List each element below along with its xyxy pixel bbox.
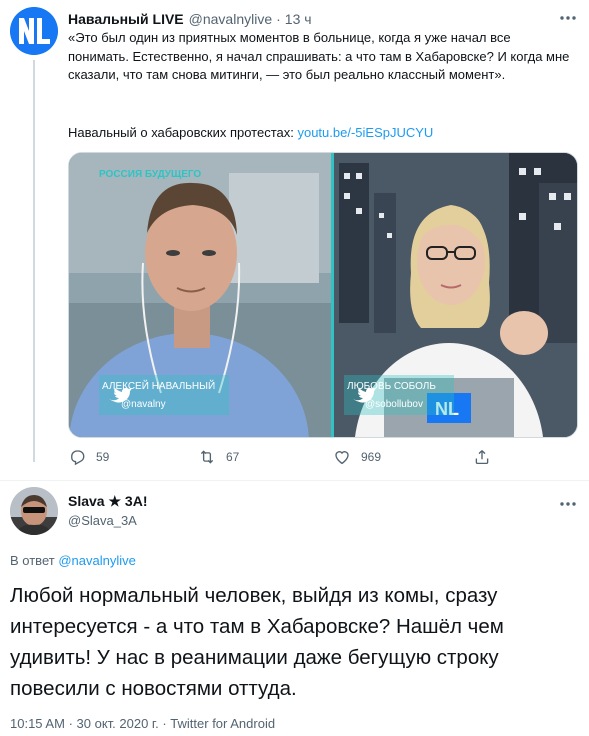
tweet1-header: Навальный LIVE @navalnylive · 13 ч [68, 9, 578, 29]
caption-right-handle: @sobollubov [365, 399, 423, 410]
author-name[interactable]: Навальный LIVE [68, 11, 184, 27]
tweet1-actions: 59 67 969 [68, 448, 498, 472]
reply-count: 59 [96, 450, 110, 464]
meta-source[interactable]: Twitter for Android [170, 716, 275, 731]
reply-prefix: В ответ [10, 553, 59, 568]
reply-author-name[interactable]: Slava ★ 3A! [68, 493, 147, 510]
like-icon [335, 451, 349, 465]
meta-time[interactable]: 10:15 AM [10, 716, 65, 731]
avatar-photo [10, 487, 58, 535]
link-prefix: Навальный о хабаровских протестах: [68, 125, 298, 140]
tweet-time[interactable]: 13 ч [285, 11, 312, 27]
reply-button[interactable]: 59 [68, 448, 109, 466]
tweet1-media-image[interactable]: РОССИЯ БУДУЩЕГО АЛЕКСЕЙ НАВАЛЬНЫЙ @naval… [68, 152, 578, 438]
meta-sep: · [162, 716, 167, 731]
avatar-navalny-live[interactable] [10, 7, 58, 55]
caption-left-name: АЛЕКСЕЙ НАВАЛЬНЫЙ [102, 379, 215, 392]
retweet-icon [200, 450, 214, 464]
author-handle[interactable]: @navalnylive [189, 11, 272, 27]
overlay-title: РОССИЯ БУДУЩЕГО [99, 169, 201, 180]
reply-text: Любой нормальный человек, выйдя из комы,… [10, 584, 504, 700]
retweet-count: 67 [226, 450, 240, 464]
thread-line [33, 60, 35, 462]
meta-sep: · [68, 716, 73, 731]
tweet1-text: «Это был один из приятных моментов в бол… [68, 30, 570, 82]
reply-author-handle[interactable]: @Slava_3A [68, 513, 137, 528]
like-count: 969 [361, 450, 382, 464]
reply-mention-link[interactable]: @navalnylive [58, 553, 136, 568]
reply-icon [71, 450, 85, 466]
share-button[interactable] [473, 448, 501, 466]
more-icon[interactable] [558, 497, 578, 511]
tweet-meta: 10:15 AM · 30 окт. 2020 г. · Twitter for… [10, 716, 275, 731]
share-icon [475, 450, 489, 465]
avatar-slava[interactable] [10, 487, 58, 535]
tweet-divider [0, 480, 589, 481]
tweet1-link-line: Навальный о хабаровских протестах: youtu… [68, 124, 433, 142]
more-icon[interactable] [558, 11, 578, 25]
like-button[interactable]: 969 [333, 448, 381, 466]
meta-date[interactable]: 30 окт. 2020 г. [77, 716, 159, 731]
caption-left-handle: @navalny [121, 399, 166, 410]
reply-to-line: В ответ @navalnylive [10, 553, 136, 568]
retweet-button[interactable]: 67 [198, 448, 239, 466]
nl-logo-icon [10, 7, 58, 55]
separator-dot: · [276, 11, 281, 27]
youtube-link[interactable]: youtu.be/-5iESpJUCYU [297, 125, 433, 140]
video-still: РОССИЯ БУДУЩЕГО АЛЕКСЕЙ НАВАЛЬНЫЙ @naval… [69, 153, 577, 437]
